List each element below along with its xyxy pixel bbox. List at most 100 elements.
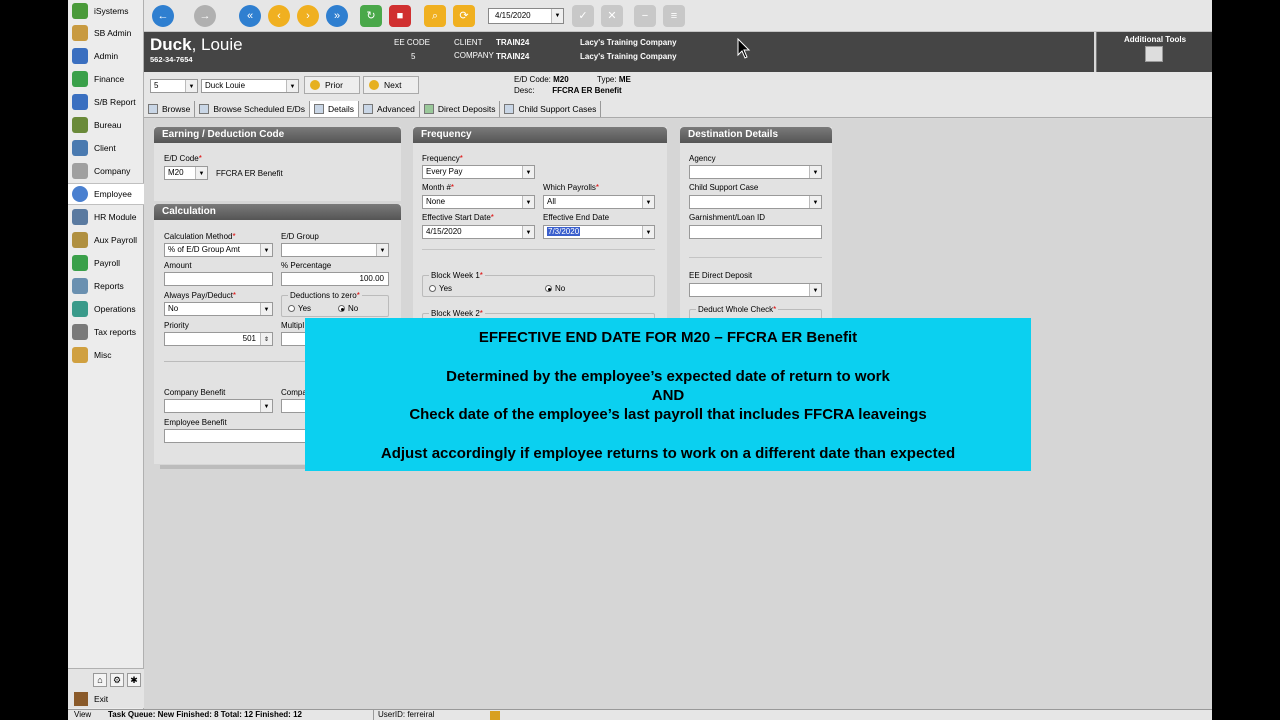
block-week1-yes-radio[interactable]: Yes xyxy=(429,284,452,293)
deductions-yes-radio[interactable]: Yes xyxy=(288,304,311,313)
child-support-case-combo[interactable]: ▼ xyxy=(689,195,822,209)
chevron-down-icon[interactable]: ▼ xyxy=(642,226,654,238)
garnishment-field[interactable] xyxy=(689,225,822,239)
agency-combo[interactable]: ▼ xyxy=(689,165,822,179)
destination-details-title: Destination Details xyxy=(680,127,832,143)
percentage-field[interactable]: 100.00 xyxy=(281,272,389,286)
tab-advanced[interactable]: Advanced xyxy=(359,100,420,117)
employee-ssn: 562-34-7654 xyxy=(150,55,193,64)
status-user: UserID: ferreiral xyxy=(373,710,434,720)
sidebar-item-hr-module[interactable]: HR Module xyxy=(68,206,144,228)
stop-icon[interactable]: ■ xyxy=(389,5,411,27)
chevron-down-icon[interactable]: ▼ xyxy=(376,244,388,256)
company-benefit-combo[interactable]: ▼ xyxy=(164,399,273,413)
toolbar-date-field[interactable]: 4/15/2020 ▼ xyxy=(488,8,564,24)
chevron-down-icon[interactable]: ▼ xyxy=(642,196,654,208)
tab-browse[interactable]: Browse xyxy=(144,100,196,117)
which-payrolls-combo[interactable]: All ▼ xyxy=(543,195,655,209)
chevron-down-icon[interactable]: ▼ xyxy=(195,167,207,179)
client-label: CLIENT xyxy=(454,38,483,47)
sidebar-item-payroll[interactable]: Payroll xyxy=(68,252,144,274)
chevron-down-icon[interactable]: ▼ xyxy=(522,226,534,238)
sidebar-item-admin[interactable]: Admin xyxy=(68,45,144,67)
sidebar-item-aux-payroll[interactable]: Aux Payroll xyxy=(68,229,144,251)
chevron-down-icon[interactable]: ▼ xyxy=(809,196,821,208)
forward-icon[interactable]: → xyxy=(194,5,216,27)
chevron-down-icon[interactable]: ▼ xyxy=(809,284,821,296)
print-icon[interactable]: ≡ xyxy=(663,5,685,27)
calculation-method-combo[interactable]: % of E/D Group Amt ▼ xyxy=(164,243,273,257)
priority-stepper[interactable]: 501 ⇕ xyxy=(164,332,273,346)
reload-icon[interactable]: ⟳ xyxy=(453,5,475,27)
amount-field[interactable] xyxy=(164,272,273,286)
chevron-down-icon[interactable]: ▼ xyxy=(551,9,563,23)
sidebar-item-tax-reports[interactable]: Tax reports xyxy=(68,321,144,343)
frequency-combo[interactable]: Every Pay ▼ xyxy=(422,165,535,179)
sidebar-item-company[interactable]: Company xyxy=(68,160,144,182)
post-icon[interactable]: ✓ xyxy=(572,5,594,27)
sidebar-item-misc[interactable]: Misc xyxy=(68,344,144,366)
next-button[interactable]: Next xyxy=(363,76,419,94)
first-record-icon[interactable]: « xyxy=(239,5,261,27)
sidebar-item-finance[interactable]: Finance xyxy=(68,68,144,90)
cancel-icon[interactable]: ✕ xyxy=(601,5,623,27)
sidebar-item-sb-report[interactable]: S/B Report xyxy=(68,91,144,113)
status-view[interactable]: View xyxy=(74,710,91,720)
deductions-no-radio[interactable]: No xyxy=(338,304,358,313)
back-icon[interactable]: ← xyxy=(152,5,174,27)
chevron-down-icon[interactable]: ▼ xyxy=(522,166,534,178)
sidebar-item-reports[interactable]: Reports xyxy=(68,275,144,297)
effective-end-date-field[interactable]: 7/3/2020 ▼ xyxy=(543,225,655,239)
scroll-indicator[interactable] xyxy=(160,465,320,469)
search-icon[interactable]: ⌕ xyxy=(424,5,446,27)
month-label: Month #* xyxy=(422,183,455,192)
ed-group-combo[interactable]: ▼ xyxy=(281,243,389,257)
block-week2-label: Block Week 2* xyxy=(429,309,485,318)
sidebar-item-sb-admin[interactable]: SB Admin xyxy=(68,22,144,44)
refresh-icon[interactable]: ↻ xyxy=(360,5,382,27)
child-support-icon xyxy=(504,103,515,114)
sidebar-item-employee[interactable]: Employee xyxy=(68,183,144,205)
employee-name-combo[interactable]: Duck Louie ▼ xyxy=(201,79,299,93)
sidebar-item-isystems[interactable]: iSystems xyxy=(68,0,144,22)
tab-details[interactable]: Details xyxy=(310,100,359,117)
tab-child-support-cases[interactable]: Child Support Cases xyxy=(500,100,602,117)
delete-icon[interactable]: − xyxy=(634,5,656,27)
last-record-icon[interactable]: » xyxy=(326,5,348,27)
tab-browse-scheduled[interactable]: Browse Scheduled E/Ds xyxy=(195,100,311,117)
month-combo[interactable]: None ▼ xyxy=(422,195,535,209)
lightbulb-icon[interactable]: ✱ xyxy=(127,673,141,687)
calculation-title: Calculation xyxy=(154,204,401,220)
admin-icon xyxy=(72,48,88,64)
sidebar-item-client[interactable]: Client xyxy=(68,137,144,159)
chevron-down-icon[interactable]: ▼ xyxy=(809,166,821,178)
ed-code-combo[interactable]: M20 ▼ xyxy=(164,166,208,180)
settings-icon[interactable]: ⚙ xyxy=(110,673,124,687)
effective-start-date-field[interactable]: 4/15/2020 ▼ xyxy=(422,225,535,239)
agency-label: Agency xyxy=(689,154,716,163)
home-icon[interactable]: ⌂ xyxy=(93,673,107,687)
previous-record-icon[interactable]: ‹ xyxy=(268,5,290,27)
employee-number-combo[interactable]: 5 ▼ xyxy=(150,79,198,93)
sidebar-footer: ⌂ ⚙ ✱ Exit xyxy=(68,668,144,708)
status-task-queue[interactable]: Task Queue: New Finished: 8 Total: 12 Fi… xyxy=(108,710,302,720)
stepper-arrows-icon[interactable]: ⇕ xyxy=(260,333,272,345)
client-code: TRAIN24 xyxy=(496,38,530,47)
sidebar-item-operations[interactable]: Operations xyxy=(68,298,144,320)
chevron-down-icon[interactable]: ▼ xyxy=(260,303,272,315)
sidebar-item-bureau[interactable]: Bureau xyxy=(68,114,144,136)
block-week1-no-radio[interactable]: No xyxy=(545,284,565,293)
tab-direct-deposits[interactable]: Direct Deposits xyxy=(420,100,501,117)
prior-button[interactable]: Prior xyxy=(304,76,360,94)
chevron-down-icon[interactable]: ▼ xyxy=(185,80,197,92)
chevron-down-icon[interactable]: ▼ xyxy=(260,244,272,256)
chevron-down-icon[interactable]: ▼ xyxy=(286,80,298,92)
ee-direct-deposit-combo[interactable]: ▼ xyxy=(689,283,822,297)
chevron-down-icon[interactable]: ▼ xyxy=(522,196,534,208)
chevron-down-icon[interactable]: ▼ xyxy=(260,400,272,412)
next-record-icon[interactable]: › xyxy=(297,5,319,27)
always-pay-combo[interactable]: No ▼ xyxy=(164,302,273,316)
tools-icon[interactable] xyxy=(1145,46,1163,62)
exit-button[interactable]: Exit xyxy=(74,692,108,706)
earning-deduction-title: Earning / Deduction Code xyxy=(154,127,401,143)
